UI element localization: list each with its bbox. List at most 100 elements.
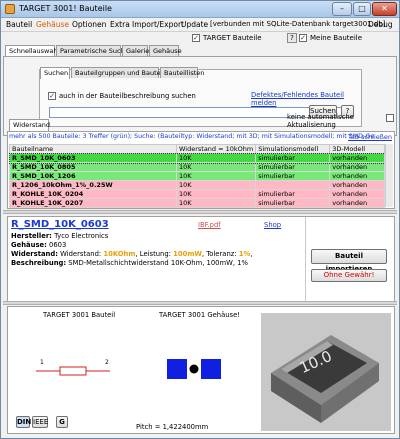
widerstand-hl-3: 1%	[238, 250, 251, 258]
target-bauteile-label: TARGET Bauteile	[203, 34, 262, 42]
row-widerstand: 10K	[175, 189, 257, 199]
row-3d-modell: vorhanden	[329, 180, 385, 190]
table-row[interactable]: R_SMD_10K_0603 10K simulierbar vorhanden	[8, 152, 386, 164]
col-bauteilname[interactable]: Bauteilname	[9, 144, 177, 154]
ibf-pdf-link[interactable]: IBF.pdf	[198, 221, 221, 229]
tab-widerstand[interactable]: Widerstand	[9, 119, 50, 131]
pin1-label: 1	[40, 359, 44, 366]
row-simulationsmodell: simulierbar	[255, 162, 331, 172]
bauteile-window: TARGET 3001! Bauteile – □ ✕ Bauteil Gehä…	[0, 0, 400, 439]
maximize-button[interactable]: □	[353, 2, 371, 16]
tab-gehaeuse[interactable]: Gehäuse	[149, 45, 182, 56]
col-3d-modell[interactable]: 3D-Modell	[329, 144, 385, 154]
menu-optionen[interactable]: Optionen	[72, 20, 106, 29]
tab-bauteillisten[interactable]: Bauteillisten	[160, 67, 204, 78]
widerstand-text-3: , Toleranz:	[201, 250, 237, 258]
row-widerstand: 10K	[175, 180, 257, 190]
table-row[interactable]: R_KOHLE_10K_0204 10K simulierbar vorhanden	[9, 189, 385, 199]
widerstand-hl-1: 10KOhm	[103, 250, 136, 258]
row-bauteilname: R_KOHLE_10K_0204	[9, 189, 177, 199]
close-button[interactable]: ✕	[372, 2, 397, 16]
menu-import-export[interactable]: Import/Export	[132, 20, 184, 29]
menu-update[interactable]: Update	[181, 20, 208, 29]
gehaeuse-value: 0603	[49, 241, 67, 249]
widerstand-label: Widerstand:	[11, 250, 58, 258]
din-button[interactable]: DIN	[16, 416, 31, 428]
splitter-bottom[interactable]	[3, 301, 397, 305]
table-row[interactable]: R_SMD_10K_1206 10K simulierbar vorhanden	[9, 171, 385, 181]
results-table: Bauteilname Widerstand = 10kOhm Simulati…	[8, 144, 386, 208]
beschreibung-value: SMD-Metallschichtwiderstand 10K-Ohm, 100…	[68, 259, 248, 267]
col-widerstand[interactable]: Widerstand = 10kOhm	[175, 144, 257, 154]
widerstand-text-1: Widerstand:	[60, 250, 102, 258]
pin2-label: 2	[105, 359, 109, 366]
row-3d-modell: vorhanden	[329, 153, 385, 163]
model-3d-view[interactable]: 10.0	[261, 313, 391, 431]
also-description-checkbox[interactable]: ✓	[48, 92, 56, 100]
title-bar: TARGET 3001! Bauteile – □ ✕	[1, 1, 399, 18]
also-description-label: auch in der Bauteilbeschreibung suchen	[59, 92, 196, 100]
tab-galerie[interactable]: Galerie	[122, 45, 149, 56]
gehaeuse-label: Gehäuse:	[11, 241, 47, 249]
table-row[interactable]: R_SMD_10K_0805 10K simulierbar vorhanden	[9, 162, 385, 172]
row-bauteilname: R_SMD_10K_1206	[9, 171, 177, 181]
row-bauteilname: R_SMD_10K_0603	[9, 153, 177, 163]
app-icon	[5, 4, 15, 14]
col-simulationsmodell[interactable]: Simulationsmodell	[255, 144, 331, 154]
row-bauteilname: R_1206_10kOhm_1%_0.25W	[9, 180, 177, 190]
results-info: mehr als 500 Bauteile: 3 Treffer (grün);…	[9, 133, 389, 142]
row-widerstand: 10K	[175, 171, 257, 181]
splitter-top[interactable]	[3, 210, 397, 214]
row-simulationsmodell: simulierbar	[255, 153, 331, 163]
g-button[interactable]: G	[56, 416, 68, 428]
ieee-button[interactable]: IEEE	[32, 416, 48, 428]
schematic-symbol	[36, 366, 110, 376]
menu-debug[interactable]: Debug	[368, 20, 393, 29]
hersteller-label: Hersteller:	[11, 232, 52, 240]
widerstand-text-4: ,	[250, 250, 253, 258]
tab-suchen[interactable]: Suchen	[40, 67, 70, 79]
pitch-text: Pitch = 1,422400mm	[136, 423, 209, 431]
meine-bauteile-checkbox[interactable]: ✓	[299, 34, 307, 42]
preview-panel: TARGET 3001 Bauteil TARGET 3001 Gehäuse!…	[7, 306, 395, 434]
model-3d-render	[271, 335, 379, 423]
row-simulationsmodell: simulierbar	[255, 171, 331, 181]
row-3d-modell: vorhanden	[329, 198, 385, 208]
target-help-button[interactable]: ?	[287, 33, 297, 43]
widerstand-hl-2: 100mW	[173, 250, 202, 258]
tab-bauteilgruppen[interactable]: Bauteilgruppen und Bauteiltypen	[71, 67, 183, 78]
auto-update-label: keine automatische Aktualisierung	[287, 113, 354, 129]
menu-extra[interactable]: Extra	[110, 20, 130, 29]
detail-separator	[305, 217, 306, 301]
row-simulationsmodell: simulierbar	[255, 189, 331, 199]
beschreibung-row: Beschreibung: SMD-Metallschichtwiderstan…	[11, 259, 248, 267]
table-row[interactable]: R_KOHLE_10K_0207 10K simulierbar vorhanden	[9, 198, 385, 208]
detail-part-name[interactable]: R_SMD_10K_0603	[11, 219, 109, 230]
minimize-button[interactable]: –	[332, 2, 352, 16]
row-3d-modell: vorhanden	[329, 189, 385, 199]
detail-panel: R_SMD_10K_0603 IBF.pdf Shop Hersteller: …	[7, 216, 395, 302]
row-3d-modell: vorhanden	[329, 162, 385, 172]
results-scrollbar[interactable]	[385, 144, 393, 207]
beschreibung-label: Beschreibung:	[11, 259, 67, 267]
hersteller-row: Hersteller: Tyco Electronics	[11, 232, 108, 240]
auto-update-checkbox[interactable]	[386, 114, 394, 122]
hersteller-value: Tyco Electronics	[54, 232, 109, 240]
menu-bauteil[interactable]: Bauteil	[6, 20, 32, 29]
import-part-button[interactable]: Bauteil importieren	[311, 249, 387, 273]
warranty-button[interactable]: Ohne Gewähr!	[311, 269, 387, 282]
menu-gehaeuse[interactable]: Gehäuse	[36, 20, 69, 29]
shop-link[interactable]: Shop	[264, 221, 281, 229]
row-3d-modell: vorhanden	[329, 171, 385, 181]
tab-parametrische-suche[interactable]: Parametrische Suche	[56, 45, 129, 56]
meine-bauteile-label: Meine Bauteile	[310, 34, 363, 42]
package-title: TARGET 3001 Gehäuse!	[159, 311, 241, 319]
row-bauteilname: R_SMD_10K_0805	[9, 162, 177, 172]
results-header-row: Bauteilname Widerstand = 10kOhm Simulati…	[9, 144, 385, 154]
target-bauteile-checkbox[interactable]: ✓	[192, 34, 200, 42]
table-row[interactable]: R_1206_10kOhm_1%_0.25W 10K vorhanden	[9, 180, 385, 190]
close-tab-link[interactable]: Tab schließen	[348, 133, 392, 141]
row-widerstand: 10K	[175, 198, 257, 208]
row-simulationsmodell	[255, 180, 331, 190]
window-title: TARGET 3001! Bauteile	[19, 4, 112, 13]
